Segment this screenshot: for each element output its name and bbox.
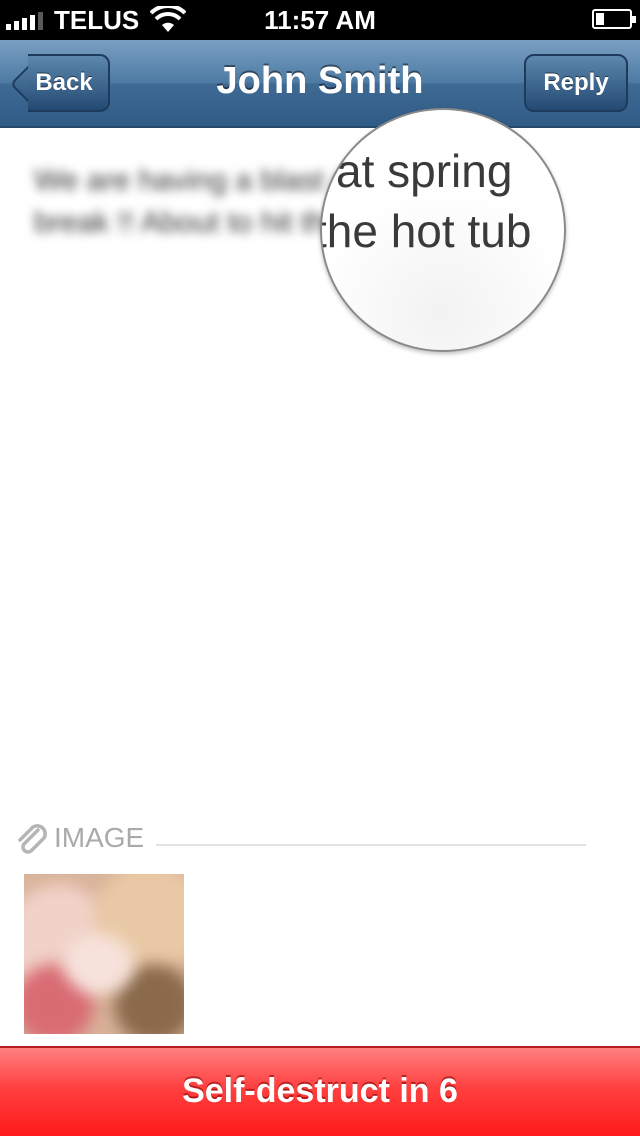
attachment-image-thumbnail[interactable] (24, 874, 184, 1034)
paperclip-icon (18, 824, 47, 854)
navigation-bar: Back John Smith Reply (0, 40, 640, 128)
status-bar: TELUS 11:57 AM (0, 0, 640, 40)
self-destruct-button[interactable]: Self-destruct in 6 (0, 1046, 640, 1136)
battery-icon (592, 9, 636, 29)
status-time: 11:57 AM (264, 5, 376, 35)
attachment-header: IMAGE (14, 820, 586, 860)
attachment-label: IMAGE (54, 822, 145, 853)
reply-button[interactable]: Reply (524, 54, 628, 112)
divider (156, 844, 586, 846)
magnified-text-line: the hot tub (320, 205, 532, 257)
magnifier-lens[interactable]: at spring the hot tub (320, 108, 566, 352)
magnified-text-line: at spring (336, 145, 513, 197)
